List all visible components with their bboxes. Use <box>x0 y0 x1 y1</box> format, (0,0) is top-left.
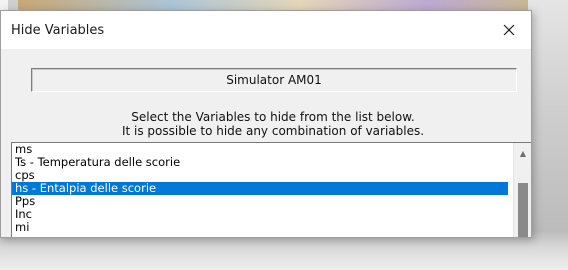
instructions-text: Select the Variables to hide from the li… <box>31 110 515 138</box>
variables-listbox[interactable]: ms Ts - Temperatura delle scorie cps hs - E… <box>11 142 531 237</box>
dialog-title: Hide Variables <box>11 23 105 38</box>
chevron-up-icon: ▲ <box>519 148 527 158</box>
instructions-line-2: It is possible to hide any combination o… <box>121 124 425 138</box>
list-item[interactable]: hs - Entalpia delle scorie <box>12 182 508 195</box>
list-item[interactable]: Ts - Temperatura delle scorie <box>12 156 508 169</box>
list-item[interactable]: Inc <box>12 208 508 221</box>
variables-list: ms Ts - Temperatura delle scorie cps hs - E… <box>12 143 508 234</box>
simulator-name-label: Simulator AM01 <box>226 73 322 87</box>
scrollbar-thumb[interactable] <box>518 183 528 237</box>
close-icon <box>503 24 515 36</box>
instructions-line-1: Select the Variables to hide from the li… <box>131 110 415 124</box>
background-right-edge <box>528 0 568 270</box>
hide-variables-dialog: Hide Variables Simulator AM01 Select the… <box>0 10 532 238</box>
dialog-titlebar: Hide Variables <box>1 11 531 49</box>
list-item[interactable]: mi <box>12 221 508 234</box>
scroll-up-button[interactable]: ▲ <box>514 145 531 161</box>
list-item[interactable]: Pps <box>12 195 508 208</box>
close-button[interactable] <box>487 11 531 49</box>
listbox-scrollbar[interactable]: ▲ <box>513 143 531 237</box>
simulator-name-field: Simulator AM01 <box>31 68 517 92</box>
